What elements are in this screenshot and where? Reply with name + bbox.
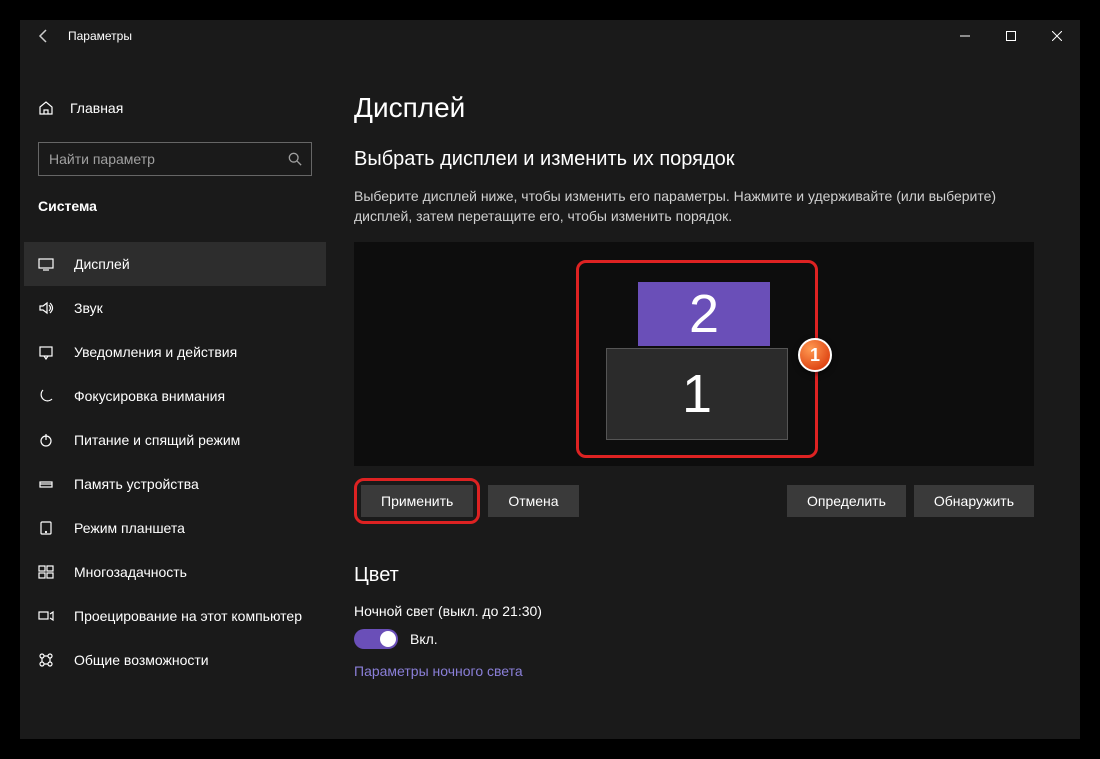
sound-icon xyxy=(38,300,54,316)
monitor-1[interactable]: 1 xyxy=(606,348,788,440)
window-title: Параметры xyxy=(68,29,132,43)
arrange-title: Выбрать дисплеи и изменить их порядок xyxy=(354,148,1056,171)
night-light-toggle-row: Вкл. xyxy=(354,629,1056,649)
close-button[interactable] xyxy=(1034,20,1080,52)
nav-label: Фокусировка внимания xyxy=(74,388,225,404)
button-row: Применить Отмена Определить Обнаружить xyxy=(354,478,1034,524)
monitor-arena[interactable]: 2 1 xyxy=(354,242,1034,466)
search-box xyxy=(38,142,312,176)
projecting-icon xyxy=(38,608,54,624)
nav-label: Проецирование на этот компьютер xyxy=(74,608,302,624)
display-icon xyxy=(38,256,54,272)
color-section: Цвет Ночной свет (выкл. до 21:30) Вкл. П… xyxy=(354,564,1056,681)
nav-label: Многозадачность xyxy=(74,564,187,580)
nav-power[interactable]: Питание и спящий режим xyxy=(24,418,326,462)
nav-label: Общие возможности xyxy=(74,652,209,668)
nav-list: Дисплей Звук Уведомления и действия Фоку… xyxy=(24,242,326,682)
storage-icon xyxy=(38,476,54,492)
search-icon xyxy=(288,152,302,166)
cancel-button[interactable]: Отмена xyxy=(488,485,578,517)
monitor-1-label: 1 xyxy=(682,363,712,425)
arrange-description: Выберите дисплей ниже, чтобы изменить ег… xyxy=(354,187,1034,226)
annotation-highlight-2: Применить xyxy=(354,478,480,524)
sidebar: Главная Система Дисплей Звук xyxy=(20,52,330,739)
section-label: Система xyxy=(24,176,326,228)
nav-multitask[interactable]: Многозадачность xyxy=(24,550,326,594)
nav-label: Режим планшета xyxy=(74,520,185,536)
identify-button[interactable]: Определить xyxy=(787,485,906,517)
nav-display[interactable]: Дисплей xyxy=(24,242,326,286)
minimize-button[interactable] xyxy=(942,20,988,52)
night-light-status: Ночной свет (выкл. до 21:30) xyxy=(354,603,1056,619)
content: Дисплей Выбрать дисплеи и изменить их по… xyxy=(330,52,1080,739)
window-controls xyxy=(942,20,1080,52)
back-button[interactable] xyxy=(20,20,68,52)
notifications-icon xyxy=(38,344,54,360)
home-icon xyxy=(38,100,54,116)
settings-window: Параметры Главная Система Ди xyxy=(20,20,1080,739)
nav-label: Питание и спящий режим xyxy=(74,432,240,448)
color-title: Цвет xyxy=(354,564,1056,587)
night-light-toggle[interactable] xyxy=(354,629,398,649)
page-title: Дисплей xyxy=(354,92,1056,124)
home-label: Главная xyxy=(70,100,123,116)
home-link[interactable]: Главная xyxy=(24,88,326,128)
monitor-2[interactable]: 2 xyxy=(638,282,770,346)
power-icon xyxy=(38,432,54,448)
detect-button[interactable]: Обнаружить xyxy=(914,485,1034,517)
titlebar: Параметры xyxy=(20,20,1080,52)
maximize-button[interactable] xyxy=(988,20,1034,52)
monitor-2-label: 2 xyxy=(689,283,719,345)
annotation-callout-1: 1 xyxy=(798,338,832,372)
night-light-settings-link[interactable]: Параметры ночного света xyxy=(354,663,523,679)
apply-button[interactable]: Применить xyxy=(361,485,473,517)
nav-label: Дисплей xyxy=(74,256,130,272)
nav-shared[interactable]: Общие возможности xyxy=(24,638,326,682)
nav-sound[interactable]: Звук xyxy=(24,286,326,330)
nav-label: Уведомления и действия xyxy=(74,344,237,360)
shared-icon xyxy=(38,652,54,668)
search-input[interactable] xyxy=(38,142,312,176)
nav-notifications[interactable]: Уведомления и действия xyxy=(24,330,326,374)
nav-storage[interactable]: Память устройства xyxy=(24,462,326,506)
nav-label: Память устройства xyxy=(74,476,199,492)
nav-focus[interactable]: Фокусировка внимания xyxy=(24,374,326,418)
tablet-icon xyxy=(38,520,54,536)
nav-label: Звук xyxy=(74,300,103,316)
focus-icon xyxy=(38,388,54,404)
multitask-icon xyxy=(38,564,54,580)
toggle-label: Вкл. xyxy=(410,631,438,647)
nav-tablet[interactable]: Режим планшета xyxy=(24,506,326,550)
nav-projecting[interactable]: Проецирование на этот компьютер xyxy=(24,594,326,638)
